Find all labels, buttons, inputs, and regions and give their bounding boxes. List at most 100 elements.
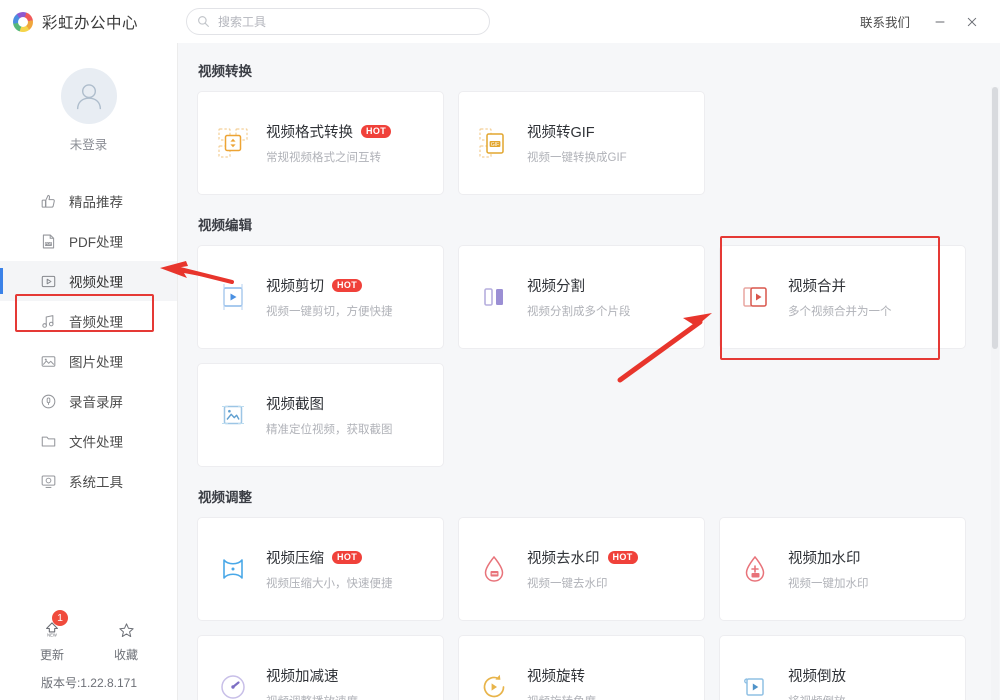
account-block[interactable]: 未登录 [0,68,177,153]
tool-card-title: 视频旋转 [527,665,596,686]
sidebar-item-video[interactable]: 视频处理 [0,261,177,301]
section-video-adjust: 视频调整 视频压缩 HOT 视频压缩大小，快速便捷 视频去水印 HOT 视频一键… [197,486,1000,700]
tool-card-video-cut[interactable]: 视频剪切 HOT 视频一键剪切，方便快捷 [197,245,444,349]
section-title: 视频编辑 [198,218,252,233]
section-title: 视频转换 [198,64,252,79]
monitor-gear-icon [40,473,57,490]
video-split-icon [477,280,511,314]
star-icon [102,617,150,643]
sidebar-item-image[interactable]: 图片处理 [0,341,177,381]
sidebar-item-recommend[interactable]: 精品推荐 [0,181,177,221]
tool-card-desc: 视频一键加水印 [788,578,869,590]
version-label: 版本号:1.22.8.171 [40,676,138,690]
sidebar-item-label: 系统工具 [69,475,123,490]
update-label: 更新 [39,648,64,662]
gif-file-icon: GIF [477,126,511,160]
pdf-file-icon: PDF [40,233,57,250]
tool-title-text: 视频倒放 [788,669,846,685]
tool-card-video-rotate[interactable]: 视频旋转 视频旋转角度 [458,635,705,700]
tool-card-desc: 视频旋转角度 [527,693,596,700]
app-brand: 彩虹办公中心 [0,11,178,33]
search-box[interactable]: 搜索工具 [186,8,490,35]
hot-badge: HOT [332,278,363,293]
folder-icon [40,433,57,450]
tool-card-desc: 视频一键剪切，方便快捷 [266,306,393,318]
add-watermark-icon [738,552,772,586]
tool-card-video-merge[interactable]: 视频合并 多个视频合并为一个 [719,245,966,349]
svg-text:PDF: PDF [45,242,51,246]
sidebar-item-pdf[interactable]: PDF PDF处理 [0,221,177,261]
tool-card-video-format-convert[interactable]: 视频格式转换 HOT 常规视频格式之间互转 [197,91,444,195]
tool-card-desc: 多个视频合并为一个 [788,306,892,318]
svg-text:GIF: GIF [491,142,499,148]
record-circle-icon [40,393,57,410]
contact-us-button[interactable]: 联系我们 [860,12,910,31]
tool-title-text: 视频剪切 [266,279,324,295]
tool-title-text: 视频去水印 [527,551,600,567]
sidebar-item-system[interactable]: 系统工具 [0,461,177,501]
user-avatar-icon[interactable] [60,68,117,124]
tool-title-text: 视频压缩 [266,551,324,567]
search-input[interactable]: 搜索工具 [218,13,266,30]
card-grid: 视频剪切 HOT 视频一键剪切，方便快捷 视频分割 视频分割成多个片段 视频合并… [197,245,1000,467]
tool-card-video-split[interactable]: 视频分割 视频分割成多个片段 [458,245,705,349]
tool-card-video-speed[interactable]: 视频加减速 视频调整播放速度 [197,635,444,700]
main-scrollbar[interactable] [991,87,999,700]
tool-card-title: 视频倒放 [788,665,846,686]
card-grid: 视频压缩 HOT 视频压缩大小，快速便捷 视频去水印 HOT 视频一键去水印 视… [197,517,1000,700]
tool-card-title: 视频去水印 HOT [527,547,638,568]
tool-title-text: 视频加水印 [788,551,861,567]
sidebar-item-audio[interactable]: 音频处理 [0,301,177,341]
sidebar-item-file[interactable]: 文件处理 [0,421,177,461]
sidebar-item-label: PDF处理 [69,235,123,250]
minimize-icon[interactable] [924,7,956,37]
search-icon [197,15,210,28]
window-controls: 联系我们 [860,0,988,43]
scrollbar-thumb[interactable] [992,87,998,349]
sidebar-item-label: 精品推荐 [69,195,123,210]
sidebar-footer-actions: 1 NEW 更新 收藏 [0,610,178,663]
rotate-icon [477,670,511,700]
section-title: 视频调整 [198,490,252,505]
app-title: 彩虹办公中心 [42,14,139,32]
tool-card-video-screenshot[interactable]: 视频截图 精准定位视频，获取截图 [197,363,444,467]
card-grid: 视频格式转换 HOT 常规视频格式之间互转 GIF 视频转GIF 视频一键转换成… [197,91,1000,195]
sidebar: 未登录 精品推荐 PDF PDF处理 视频处理 音频处理 图片处理 录音录屏 文… [0,43,178,700]
tool-title-text: 视频合并 [788,279,846,295]
sidebar-item-label: 图片处理 [69,355,123,370]
tool-card-desc: 常规视频格式之间互转 [266,152,381,164]
compress-icon [216,552,250,586]
tool-card-desc: 视频调整播放速度 [266,693,358,700]
sidebar-nav: 精品推荐 PDF PDF处理 视频处理 音频处理 图片处理 录音录屏 文件处理 … [0,181,177,501]
tool-card-desc: 视频分割成多个片段 [527,306,631,318]
tool-card-video-compress[interactable]: 视频压缩 HOT 视频压缩大小，快速便捷 [197,517,444,621]
tool-title-text: 视频旋转 [527,669,585,685]
tool-card-remove-watermark[interactable]: 视频去水印 HOT 视频一键去水印 [458,517,705,621]
rainbow-logo-icon [13,11,33,32]
tool-card-title: 视频格式转换 HOT [266,121,392,142]
tool-title-text: 视频格式转换 [266,125,353,141]
login-status-label[interactable]: 未登录 [0,134,177,153]
format-convert-icon [216,126,250,160]
tool-card-desc: 将视频倒放 [788,693,846,700]
sidebar-item-label: 视频处理 [69,275,123,290]
main-content: 视频转换 视频格式转换 HOT 常规视频格式之间互转 GIF 视频转GIF 视频… [178,43,1000,700]
title-bar: 彩虹办公中心 [0,0,1000,43]
tool-card-title: 视频转GIF [527,121,627,142]
close-icon[interactable] [956,7,988,37]
sidebar-footer: 1 NEW 更新 收藏 版本号:1.22.8.171 [0,610,178,700]
tool-title-text: 视频加减速 [266,669,339,685]
tool-card-video-to-gif[interactable]: GIF 视频转GIF 视频一键转换成GIF [458,91,705,195]
tool-card-add-watermark[interactable]: 视频加水印 视频一键加水印 [719,517,966,621]
tool-card-title: 视频加减速 [266,665,358,686]
sidebar-item-record[interactable]: 录音录屏 [0,381,177,421]
section-video-convert: 视频转换 视频格式转换 HOT 常规视频格式之间互转 GIF 视频转GIF 视频… [197,60,1000,195]
tool-card-video-reverse[interactable]: 视频倒放 将视频倒放 [719,635,966,700]
remove-watermark-icon [477,552,511,586]
tool-card-title: 视频分割 [527,275,631,296]
favorites-button[interactable]: 收藏 [102,617,150,663]
tool-title-text: 视频转GIF [527,125,595,141]
video-play-icon [40,273,57,290]
update-button[interactable]: 1 NEW 更新 [28,610,76,663]
tool-card-title: 视频剪切 HOT [266,275,393,296]
